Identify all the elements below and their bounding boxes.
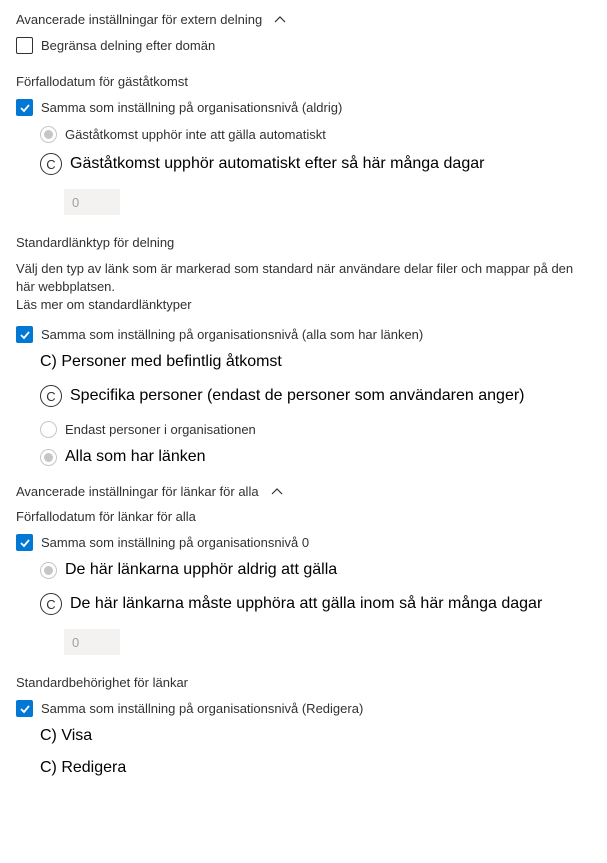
section-title: Avancerade inställningar för länkar för … — [16, 484, 259, 499]
anyone-opt1-row: De här länkarna upphör aldrig att gälla — [40, 561, 591, 579]
c-glyph: C — [46, 597, 55, 612]
anyone-same-checkbox[interactable] — [16, 534, 33, 551]
default-link-desc: Välj den typ av länk som är markerad som… — [16, 260, 591, 295]
default-link-type-header: Standardlänktyp för delning — [16, 235, 591, 250]
linktype-opt4-radio[interactable] — [40, 449, 57, 466]
check-icon — [19, 537, 31, 549]
advanced-anyone-links-header[interactable]: Avancerade inställningar för länkar för … — [16, 484, 591, 499]
anyone-opt1-label: De här länkarna upphör aldrig att gälla — [65, 561, 337, 579]
linktype-opt2-row: C Specifika personer (endast de personer… — [40, 385, 591, 407]
perm-opt2-label: C) Redigera — [40, 759, 126, 777]
linktype-opt2-label: Specifika personer (endast de personer s… — [70, 387, 525, 405]
linktype-opt4-label: Alla som har länken — [65, 448, 206, 466]
linktype-opt3-radio[interactable] — [40, 421, 57, 438]
perm-opt1-row: C) Visa — [40, 727, 591, 745]
anyone-days-row — [64, 629, 591, 655]
guest-same-checkbox[interactable] — [16, 99, 33, 116]
anyone-expiry-header: Förfallodatum för länkar för alla — [16, 509, 591, 524]
linktype-same-label: Samma som inställning på organisationsni… — [41, 327, 423, 342]
anyone-opt1-radio[interactable] — [40, 562, 57, 579]
guest-days-row — [64, 189, 591, 215]
guest-opt2-radio[interactable]: C — [40, 153, 62, 175]
linktype-opt3-label: Endast personer i organisationen — [65, 422, 256, 437]
guest-expiry-header: Förfallodatum för gäståtkomst — [16, 74, 591, 89]
perm-same-checkbox[interactable] — [16, 700, 33, 717]
guest-same-label: Samma som inställning på organisationsni… — [41, 100, 342, 115]
c-glyph: C — [46, 389, 55, 404]
anyone-same-row: Samma som inställning på organisationsni… — [16, 534, 591, 551]
chevron-up-icon — [271, 486, 283, 498]
guest-opt1-radio[interactable] — [40, 126, 57, 143]
linktype-opt1-row: C) Personer med befintlig åtkomst — [40, 353, 591, 371]
anyone-opt2-row: C De här länkarna måste upphöra att gäll… — [40, 593, 591, 615]
perm-same-row: Samma som inställning på organisationsni… — [16, 700, 591, 717]
linktype-same-checkbox[interactable] — [16, 326, 33, 343]
guest-days-input[interactable] — [64, 189, 120, 215]
linktype-opt3-row: Endast personer i organisationen — [40, 421, 591, 438]
linktype-opt2-radio[interactable]: C — [40, 385, 62, 407]
limit-sharing-row: Begränsa delning efter domän — [16, 37, 591, 54]
advanced-external-sharing-header[interactable]: Avancerade inställningar för extern deln… — [16, 12, 591, 27]
limit-sharing-label: Begränsa delning efter domän — [41, 38, 215, 53]
guest-opt1-row: Gäståtkomst upphör inte att gälla automa… — [40, 126, 591, 143]
linktype-same-row: Samma som inställning på organisationsni… — [16, 326, 591, 343]
anyone-opt2-radio[interactable]: C — [40, 593, 62, 615]
guest-opt2-label: Gäståtkomst upphör automatiskt efter så … — [70, 155, 484, 173]
section-title: Avancerade inställningar för extern deln… — [16, 12, 262, 27]
c-glyph: C — [46, 157, 55, 172]
linktype-opt4-row: Alla som har länken — [40, 448, 591, 466]
check-icon — [19, 102, 31, 114]
anyone-opt2-label: De här länkarna måste upphöra att gälla … — [70, 595, 542, 613]
guest-opt2-row: C Gäståtkomst upphör automatiskt efter s… — [40, 153, 591, 175]
check-icon — [19, 703, 31, 715]
anyone-same-label: Samma som inställning på organisationsni… — [41, 535, 309, 550]
chevron-up-icon — [274, 14, 286, 26]
default-permission-header: Standardbehörighet för länkar — [16, 675, 591, 690]
learn-more-link[interactable]: Läs mer om standardlänktyper — [16, 297, 192, 312]
limit-sharing-checkbox[interactable] — [16, 37, 33, 54]
guest-same-row: Samma som inställning på organisationsni… — [16, 99, 591, 116]
perm-opt2-row: C) Redigera — [40, 759, 591, 777]
anyone-days-input[interactable] — [64, 629, 120, 655]
check-icon — [19, 329, 31, 341]
perm-opt1-label: C) Visa — [40, 727, 92, 745]
guest-opt1-label: Gäståtkomst upphör inte att gälla automa… — [65, 127, 326, 142]
linktype-opt1-label: C) Personer med befintlig åtkomst — [40, 353, 282, 371]
perm-same-label: Samma som inställning på organisationsni… — [41, 701, 363, 716]
